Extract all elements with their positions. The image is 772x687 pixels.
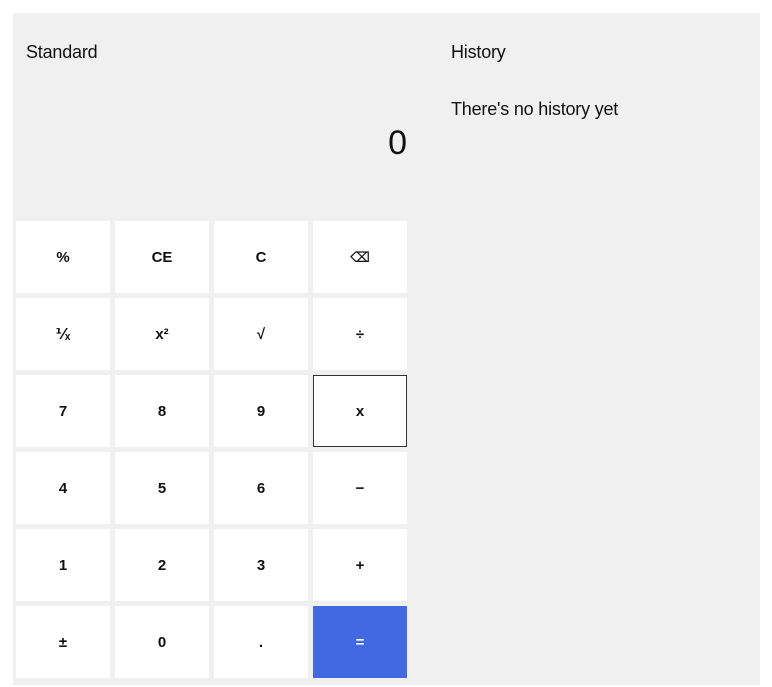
digit-8-button[interactable]: 8 — [115, 375, 209, 447]
divide-button[interactable]: ÷ — [313, 298, 407, 370]
reciprocal-button[interactable]: ⅟ₓ — [16, 298, 110, 370]
multiply-button[interactable]: x — [313, 375, 407, 447]
digit-4-button[interactable]: 4 — [16, 452, 110, 524]
percent-button[interactable]: % — [16, 221, 110, 293]
square-button[interactable]: x² — [115, 298, 209, 370]
digit-9-button[interactable]: 9 — [214, 375, 308, 447]
digit-1-button[interactable]: 1 — [16, 529, 110, 601]
display-value: 0 — [388, 124, 407, 162]
backspace-button[interactable]: ⌫ — [313, 221, 407, 293]
negate-button[interactable]: ± — [16, 606, 110, 678]
digit-2-button[interactable]: 2 — [115, 529, 209, 601]
subtract-button[interactable]: − — [313, 452, 407, 524]
calculator-window: Standard 0 % CE C ⌫ ⅟ₓ x² √ ÷ 7 8 9 x 4 … — [13, 13, 760, 685]
history-empty-message: There's no history yet — [451, 99, 619, 119]
backspace-icon: ⌫ — [350, 248, 370, 265]
digit-5-button[interactable]: 5 — [115, 452, 209, 524]
mode-title: Standard — [26, 42, 98, 62]
digit-7-button[interactable]: 7 — [16, 375, 110, 447]
square-root-button[interactable]: √ — [214, 298, 308, 370]
clear-button[interactable]: C — [214, 221, 308, 293]
keypad: % CE C ⌫ ⅟ₓ x² √ ÷ 7 8 9 x 4 5 6 − 1 2 3… — [16, 221, 408, 678]
digit-6-button[interactable]: 6 — [214, 452, 308, 524]
decimal-button[interactable]: . — [214, 606, 308, 678]
history-title: History — [451, 42, 506, 62]
clear-entry-button[interactable]: CE — [115, 221, 209, 293]
digit-3-button[interactable]: 3 — [214, 529, 308, 601]
equals-button[interactable]: = — [313, 606, 407, 678]
digit-0-button[interactable]: 0 — [115, 606, 209, 678]
add-button[interactable]: + — [313, 529, 407, 601]
